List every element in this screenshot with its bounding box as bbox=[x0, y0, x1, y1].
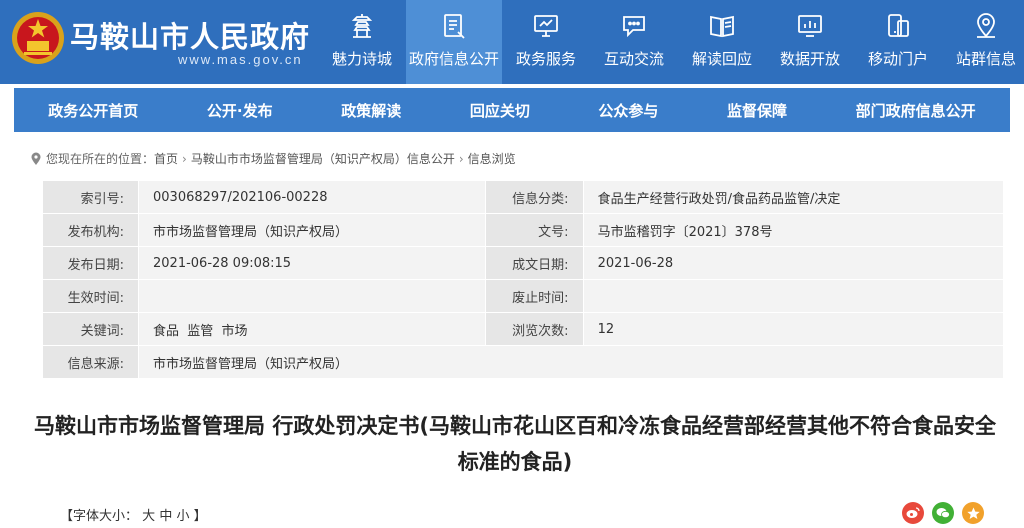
monitor-icon bbox=[534, 15, 558, 37]
font-size-large-button[interactable]: 大 bbox=[142, 509, 155, 524]
topnav-label: 站群信息 bbox=[955, 50, 1016, 68]
subnav-item-department[interactable]: 部门政府信息公开 bbox=[856, 100, 976, 121]
topnav-label: 数据开放 bbox=[779, 50, 840, 68]
topnav-item-interpretation[interactable]: 解读回应 bbox=[678, 0, 766, 84]
mobile-icon bbox=[888, 14, 909, 37]
topnav-item-interaction[interactable]: 互动交流 bbox=[590, 0, 678, 84]
created-value: 2021-06-28 bbox=[582, 246, 1005, 280]
subnav-item-participation[interactable]: 公众参与 bbox=[598, 100, 658, 121]
location-pin-icon bbox=[31, 152, 41, 165]
document-icon bbox=[444, 14, 465, 39]
font-size-medium-button[interactable]: 中 bbox=[159, 509, 172, 524]
table-row: 关键词: 食品 监管 市场 浏览次数: 12 bbox=[42, 312, 1005, 346]
font-size-suffix: 】 bbox=[193, 509, 207, 524]
weibo-icon bbox=[906, 507, 920, 518]
subnav-item-response[interactable]: 回应关切 bbox=[470, 100, 530, 121]
views-value: 12 bbox=[582, 312, 1005, 346]
breadcrumb-home[interactable]: 首页 bbox=[154, 150, 178, 167]
subnav-item-supervision[interactable]: 监督保障 bbox=[727, 100, 787, 121]
table-row: 信息来源: 市市场监督管理局（知识产权局） bbox=[42, 345, 1004, 379]
wechat-share-button[interactable] bbox=[932, 502, 954, 524]
star-icon bbox=[966, 507, 980, 519]
chat-icon bbox=[623, 16, 645, 38]
share-bar bbox=[902, 502, 984, 524]
topnav-label: 政府信息公开 bbox=[408, 50, 499, 68]
effective-value bbox=[138, 279, 486, 313]
expire-value bbox=[582, 279, 1005, 313]
created-label: 成文日期: bbox=[484, 246, 584, 280]
site-title[interactable]: 马鞍山市人民政府 bbox=[70, 14, 310, 56]
book-icon bbox=[710, 15, 734, 38]
breadcrumb-bureau[interactable]: 马鞍山市市场监督管理局（知识产权局）信息公开 bbox=[191, 150, 455, 167]
font-size-prefix: 【字体大小： bbox=[60, 509, 139, 524]
topnav-label: 移动门户 bbox=[867, 50, 928, 68]
table-row: 生效时间: 废止时间: bbox=[42, 279, 1005, 313]
chart-icon bbox=[798, 15, 822, 37]
table-row: 索引号: 003068297/202106-00228 信息分类: 食品生产经营… bbox=[42, 180, 1005, 214]
breadcrumb: 您现在所在的位置： 首页 › 马鞍山市市场监督管理局（知识产权局）信息公开 › … bbox=[30, 150, 516, 167]
site-url: www.mas.gov.cn bbox=[178, 52, 303, 67]
national-emblem-icon bbox=[12, 12, 64, 64]
subnav-item-publish[interactable]: 公开·发布 bbox=[207, 100, 273, 121]
table-row: 发布机构: 市市场监督管理局（知识产权局） 文号: 马市监稽罚字〔2021〕37… bbox=[42, 213, 1005, 247]
topnav-label: 互动交流 bbox=[603, 50, 664, 68]
breadcrumb-separator: › bbox=[182, 151, 187, 166]
index-value: 003068297/202106-00228 bbox=[138, 180, 486, 214]
source-value: 市市场监督管理局（知识产权局） bbox=[138, 345, 1004, 379]
info-meta-table: 索引号: 003068297/202106-00228 信息分类: 食品生产经营… bbox=[42, 180, 1005, 379]
article-title: 马鞍山市市场监督管理局 行政处罚决定书(马鞍山市花山区百和冷冻食品经营部经营其他… bbox=[34, 414, 996, 474]
docno-value: 马市监稽罚字〔2021〕378号 bbox=[582, 213, 1005, 247]
weibo-share-button[interactable] bbox=[902, 502, 924, 524]
docno-label: 文号: bbox=[484, 213, 584, 247]
keywords-value: 食品 监管 市场 bbox=[138, 312, 486, 346]
topnav-item-services[interactable]: 政务服务 bbox=[502, 0, 590, 84]
site-header: 马鞍山市人民政府 www.mas.gov.cn 魅力诗城 政府信息公开 政务服务… bbox=[0, 0, 1024, 84]
pagoda-icon bbox=[351, 14, 373, 38]
subnav-item-policy[interactable]: 政策解读 bbox=[341, 100, 401, 121]
source-label: 信息来源: bbox=[42, 345, 139, 379]
pubdate-value: 2021-06-28 09:08:15 bbox=[138, 246, 486, 280]
subnav-item-home[interactable]: 政务公开首页 bbox=[48, 100, 138, 121]
topnav-label: 政务服务 bbox=[515, 50, 576, 68]
topnav-item-mobile[interactable]: 移动门户 bbox=[854, 0, 942, 84]
category-value: 食品生产经营行政处罚/食品药品监管/决定 bbox=[582, 180, 1005, 214]
topnav-label: 魅力诗城 bbox=[331, 50, 392, 68]
sub-navigation: 政务公开首页 公开·发布 政策解读 回应关切 公众参与 监督保障 部门政府信息公… bbox=[14, 88, 1010, 132]
location-icon bbox=[977, 13, 995, 38]
category-label: 信息分类: bbox=[484, 180, 584, 214]
topnav-item-open-data[interactable]: 数据开放 bbox=[766, 0, 854, 84]
topnav-label: 解读回应 bbox=[691, 50, 752, 68]
qzone-share-button[interactable] bbox=[962, 502, 984, 524]
breadcrumb-separator: › bbox=[458, 151, 464, 166]
index-label: 索引号: bbox=[42, 180, 139, 214]
publisher-value: 市市场监督管理局（知识产权局） bbox=[138, 213, 486, 247]
topnav-item-gov-info[interactable]: 政府信息公开 bbox=[406, 0, 502, 84]
top-navigation: 魅力诗城 政府信息公开 政务服务 互动交流 解读回应 数据开放 移动门户 站群信… bbox=[318, 0, 1024, 84]
topnav-item-charm-city[interactable]: 魅力诗城 bbox=[318, 0, 406, 84]
wechat-icon bbox=[936, 508, 950, 519]
font-size-control: 【字体大小： 大 中 小 】 bbox=[60, 505, 207, 524]
table-row: 发布日期: 2021-06-28 09:08:15 成文日期: 2021-06-… bbox=[42, 246, 1005, 280]
breadcrumb-prefix: 您现在所在的位置： bbox=[46, 152, 155, 166]
expire-label: 废止时间: bbox=[484, 279, 584, 313]
views-label: 浏览次数: bbox=[484, 312, 584, 346]
breadcrumb-current[interactable]: 信息浏览 bbox=[468, 150, 516, 167]
pubdate-label: 发布日期: bbox=[42, 246, 139, 280]
topnav-item-sites[interactable]: 站群信息 bbox=[942, 0, 1024, 84]
publisher-label: 发布机构: bbox=[42, 213, 139, 247]
effective-label: 生效时间: bbox=[42, 279, 139, 313]
keywords-label: 关键词: bbox=[42, 312, 139, 346]
font-size-small-button[interactable]: 小 bbox=[176, 509, 189, 524]
